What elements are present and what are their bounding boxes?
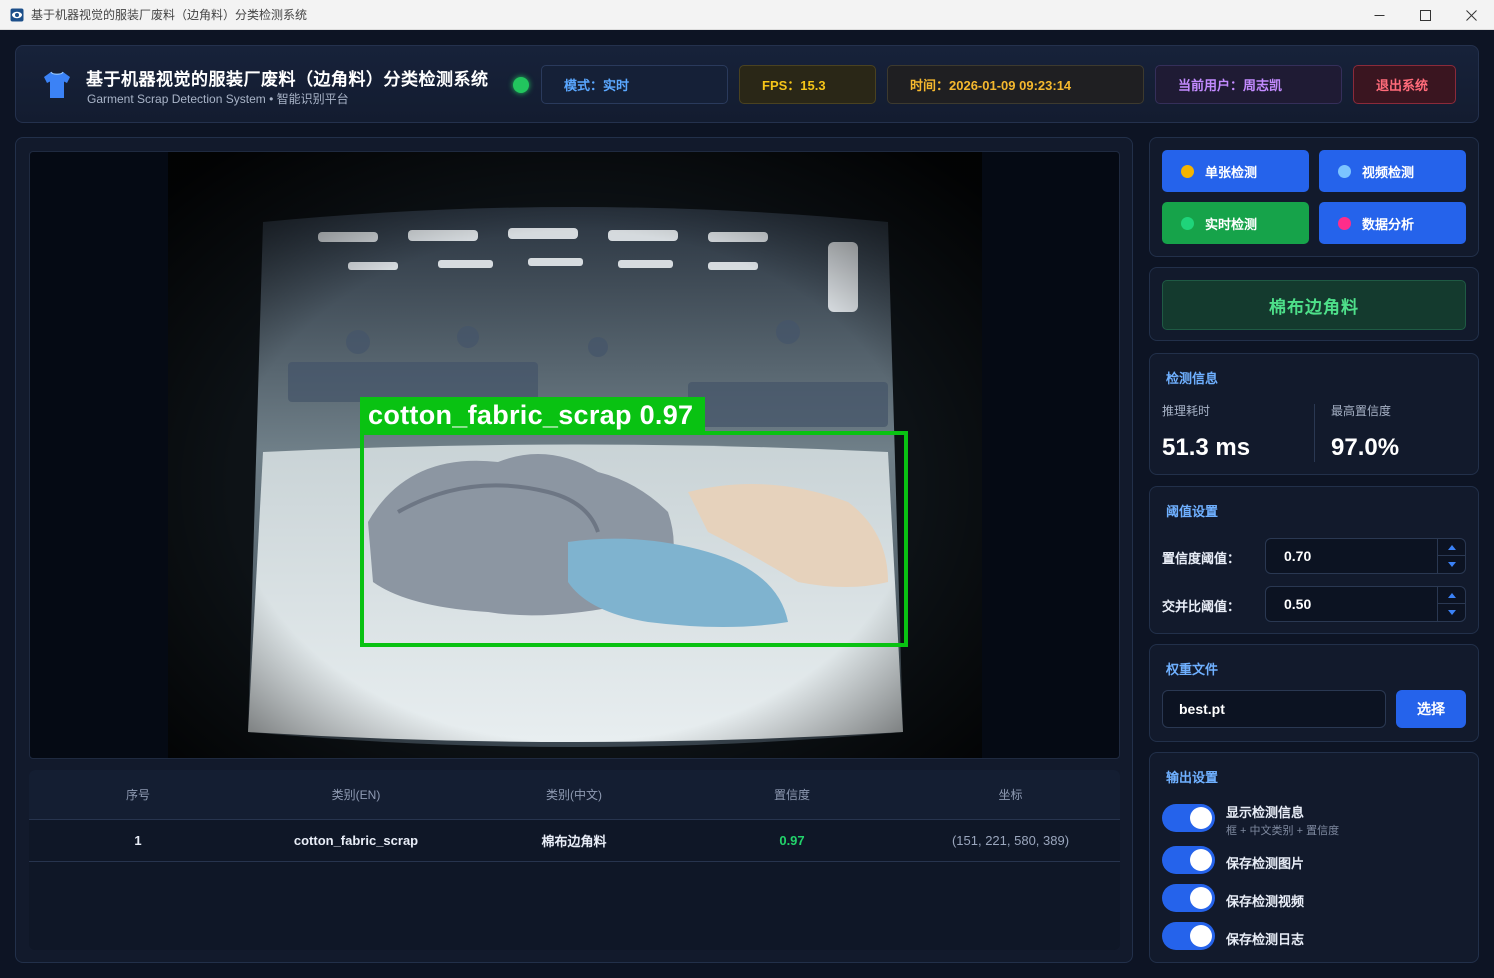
video-detect-label: 视频检测 [1362, 164, 1415, 180]
window-title: 基于机器视觉的服装厂废料（边角料）分类检测系统 [31, 8, 308, 22]
header-confidence: 置信度 [773, 788, 810, 802]
max-conf-value: 97.0% [1331, 434, 1400, 461]
maximize-icon [1419, 9, 1431, 21]
select-weights-button[interactable]: 选择 [1396, 690, 1466, 728]
iou-threshold-label: 交并比阈值： [1162, 599, 1241, 614]
dot-icon [1338, 216, 1351, 230]
window-titlebar: 基于机器视觉的服装厂废料（边角料）分类检测系统 [0, 0, 1494, 30]
iou-increment-button[interactable] [1438, 587, 1465, 604]
status-indicator [513, 77, 529, 93]
header-class-cn: 类别(中文) [546, 788, 602, 802]
conf-threshold-spinbox[interactable]: 0.70 [1265, 538, 1466, 574]
main-panel: cotton_fabric_scrap 0.97 序号 类别(EN) 类别(中文… [15, 137, 1133, 963]
save-log-label: 保存检测日志 [1226, 932, 1305, 947]
detection-info-title: 检测信息 [1166, 371, 1219, 386]
save-video-label: 保存检测视频 [1226, 894, 1305, 909]
dot-icon [1181, 164, 1194, 178]
arrow-down-icon [1447, 610, 1456, 615]
conf-threshold-value: 0.70 [1284, 548, 1312, 564]
tshirt-icon [44, 71, 70, 98]
detection-bounding-box [360, 431, 908, 647]
close-window-button[interactable] [1448, 0, 1494, 30]
save-video-toggle[interactable] [1162, 884, 1215, 912]
header-class-en: 类别(EN) [331, 788, 381, 802]
arrow-up-icon [1447, 544, 1456, 550]
dot-icon [1181, 216, 1194, 230]
user-badge: 当前用户：周志凯 [1155, 65, 1342, 104]
realtime-detect-button[interactable]: 实时检测 [1162, 202, 1309, 244]
cell-class-en: cotton_fabric_scrap [293, 833, 419, 848]
iou-decrement-button[interactable] [1438, 604, 1465, 621]
max-conf-label: 最高置信度 [1331, 404, 1392, 418]
data-analysis-label: 数据分析 [1362, 216, 1415, 232]
minimize-icon [1374, 14, 1384, 16]
conf-increment-button[interactable] [1438, 539, 1465, 556]
table-header: 序号 类别(EN) 类别(中文) 置信度 坐标 [29, 770, 1120, 820]
save-log-toggle[interactable] [1162, 922, 1215, 950]
weights-title: 权重文件 [1166, 662, 1219, 677]
show-info-toggle[interactable] [1162, 804, 1215, 832]
mode-badge: 模式：实时 [541, 65, 728, 104]
maximize-button[interactable] [1402, 0, 1448, 30]
iou-threshold-value: 0.50 [1284, 596, 1312, 612]
weights-card: 权重文件 best.pt 选择 [1149, 644, 1479, 742]
detection-info-card: 检测信息 推理耗时 51.3 ms 最高置信度 97.0% [1149, 353, 1479, 475]
output-title: 输出设置 [1166, 770, 1219, 785]
dot-icon [1338, 164, 1351, 178]
mode-card: 单张检测 视频检测 实时检测 数据分析 [1149, 137, 1479, 257]
results-table: 序号 类别(EN) 类别(中文) 置信度 坐标 1 cotton_fabric_… [29, 770, 1120, 950]
table-row[interactable]: 1 cotton_fabric_scrap 棉布边角料 0.97 (151, 2… [29, 820, 1120, 862]
threshold-title: 阈值设置 [1166, 504, 1219, 519]
cell-class-cn: 棉布边角料 [541, 834, 607, 849]
single-detect-button[interactable]: 单张检测 [1162, 150, 1309, 192]
output-card: 输出设置 显示检测信息 框 + 中文类别 + 置信度 保存检测图片 保存检测视频… [1149, 752, 1479, 963]
cell-confidence: 0.97 [779, 833, 805, 848]
arrow-down-icon [1447, 562, 1456, 567]
app-title: 基于机器视觉的服装厂废料（边角料）分类检测系统 [86, 70, 489, 89]
conf-decrement-button[interactable] [1438, 556, 1465, 573]
save-image-toggle[interactable] [1162, 846, 1215, 874]
fps-badge: FPS：15.3 [739, 65, 876, 104]
app-eye-icon [10, 8, 24, 21]
app-subtitle: Garment Scrap Detection System • 智能识别平台 [87, 92, 349, 106]
conf-threshold-label: 置信度阈值： [1162, 551, 1241, 566]
realtime-detect-label: 实时检测 [1205, 216, 1258, 232]
single-detect-label: 单张检测 [1205, 164, 1258, 180]
detection-label: cotton_fabric_scrap 0.97 [360, 397, 706, 433]
minimize-button[interactable] [1356, 0, 1402, 30]
inference-label: 推理耗时 [1162, 404, 1211, 418]
stat-divider [1314, 404, 1315, 462]
class-card: 棉布边角料 [1149, 267, 1479, 341]
inference-value: 51.3 ms [1162, 434, 1251, 461]
time-badge: 时间：2026-01-09 09:23:14 [887, 65, 1144, 104]
close-icon [1465, 9, 1477, 21]
video-display: cotton_fabric_scrap 0.97 [29, 151, 1120, 759]
video-detect-button[interactable]: 视频检测 [1319, 150, 1466, 192]
exit-button[interactable]: 退出系统 [1353, 65, 1456, 104]
cell-index: 1 [134, 833, 142, 848]
threshold-card: 阈值设置 置信度阈值： 0.70 交并比阈值： 0.50 [1149, 486, 1479, 634]
cell-coords: (151, 221, 580, 389) [951, 833, 1070, 848]
app-header: 基于机器视觉的服装厂废料（边角料）分类检测系统 Garment Scrap De… [15, 45, 1479, 123]
header-index: 序号 [125, 788, 150, 802]
weights-file-field[interactable]: best.pt [1162, 690, 1386, 728]
header-coords: 坐标 [998, 788, 1023, 802]
iou-threshold-spinbox[interactable]: 0.50 [1265, 586, 1466, 622]
save-image-label: 保存检测图片 [1226, 856, 1305, 871]
show-info-label: 显示检测信息 [1226, 805, 1305, 820]
current-class-display: 棉布边角料 [1162, 280, 1466, 330]
show-info-sub: 框 + 中文类别 + 置信度 [1226, 825, 1340, 837]
data-analysis-button[interactable]: 数据分析 [1319, 202, 1466, 244]
arrow-up-icon [1447, 592, 1456, 598]
